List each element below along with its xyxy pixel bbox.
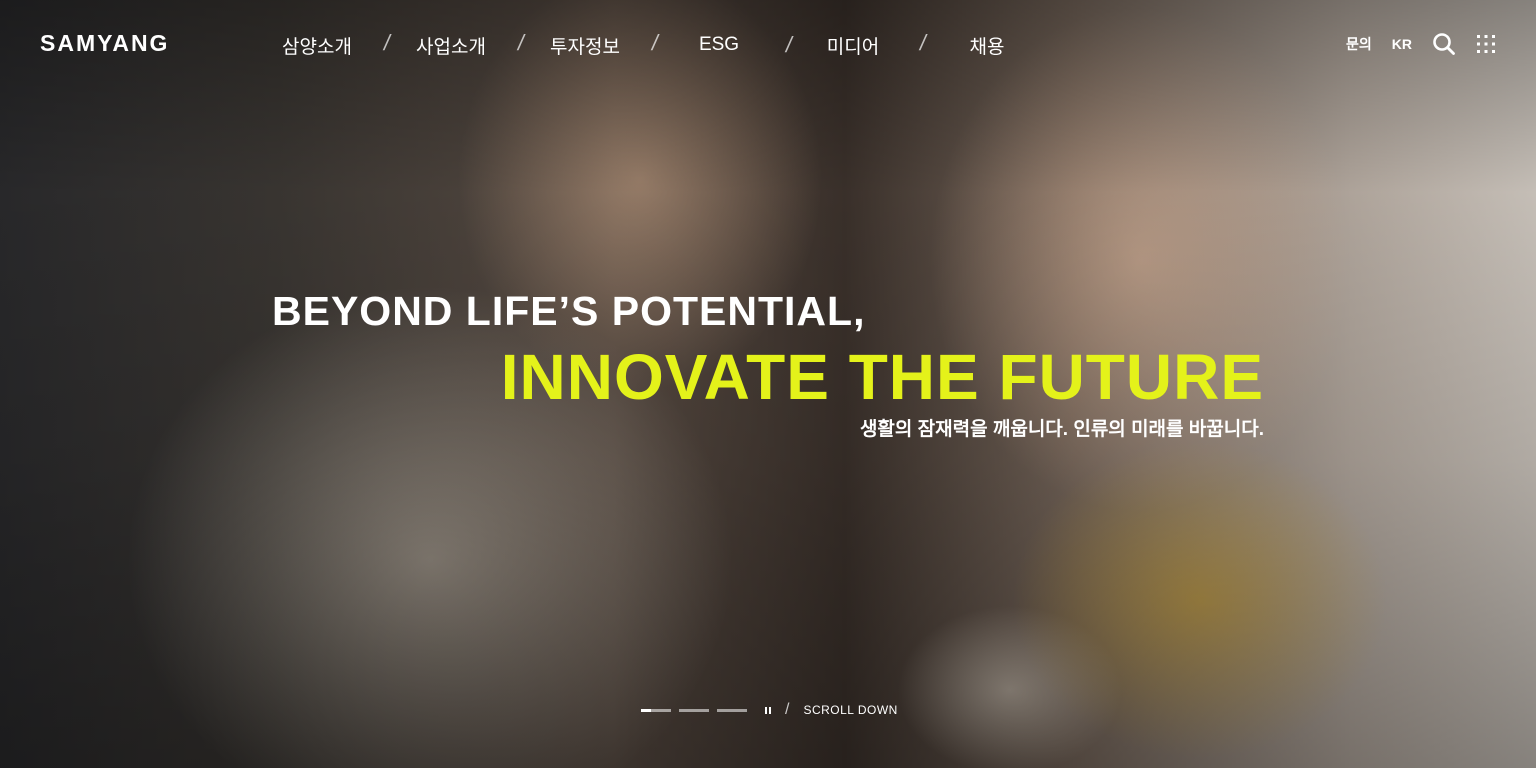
contact-link[interactable]: 문의 — [1346, 34, 1372, 54]
grid-menu-icon[interactable] — [1476, 34, 1496, 54]
language-selector[interactable]: KR — [1392, 36, 1412, 52]
search-icon[interactable] — [1432, 32, 1456, 56]
hero-headline-primary: BEYOND LIFE’S POTENTIAL, — [272, 288, 866, 334]
nav-item-investors[interactable]: 투자정보 / — [518, 30, 660, 59]
slide-indicator-2[interactable] — [679, 708, 709, 712]
nav-item-esg[interactable]: ESG / — [652, 32, 794, 57]
pause-icon[interactable] — [763, 705, 773, 715]
utility-menu: 문의 KR — [1346, 32, 1496, 56]
hero-visual: SAMYANG 삼양소개 / 사업소개 / 투자정보 / ESG / 미디어 / — [0, 0, 1536, 768]
scroll-down-link[interactable]: SCROLL DOWN — [803, 703, 897, 717]
slider-controls: / SCROLL DOWN — [641, 701, 898, 718]
slide-indicator-3[interactable] — [717, 708, 747, 712]
nav-item-label: 미디어 — [826, 36, 880, 58]
nav-item-label: 사업소개 — [416, 36, 486, 58]
controls-separator: / — [785, 701, 790, 718]
nav-item-label: 채용 — [969, 36, 1005, 58]
nav-item-business[interactable]: 사업소개 / — [384, 30, 526, 59]
hero-headline-accent: INNOVATE THE FUTURE — [500, 341, 1264, 413]
nav-item-careers[interactable]: 채용 — [920, 32, 1054, 59]
nav-item-label: 삼양소개 — [282, 36, 352, 58]
nav-item-label: 투자정보 — [550, 36, 620, 58]
slide-indicator-1[interactable] — [641, 708, 671, 712]
nav-item-about[interactable]: 삼양소개 / — [250, 30, 392, 59]
hero-subcopy: 생활의 잠재력을 깨웁니다. 인류의 미래를 바꿉니다. — [859, 419, 1264, 440]
nav-item-label: ESG — [698, 34, 740, 55]
samyang-logo[interactable]: SAMYANG — [40, 30, 169, 57]
main-nav: 삼양소개 / 사업소개 / 투자정보 / ESG / 미디어 / 채용 — [250, 30, 1054, 60]
nav-item-media[interactable]: 미디어 / — [786, 30, 929, 59]
site-header: SAMYANG 삼양소개 / 사업소개 / 투자정보 / ESG / 미디어 / — [0, 0, 1536, 90]
